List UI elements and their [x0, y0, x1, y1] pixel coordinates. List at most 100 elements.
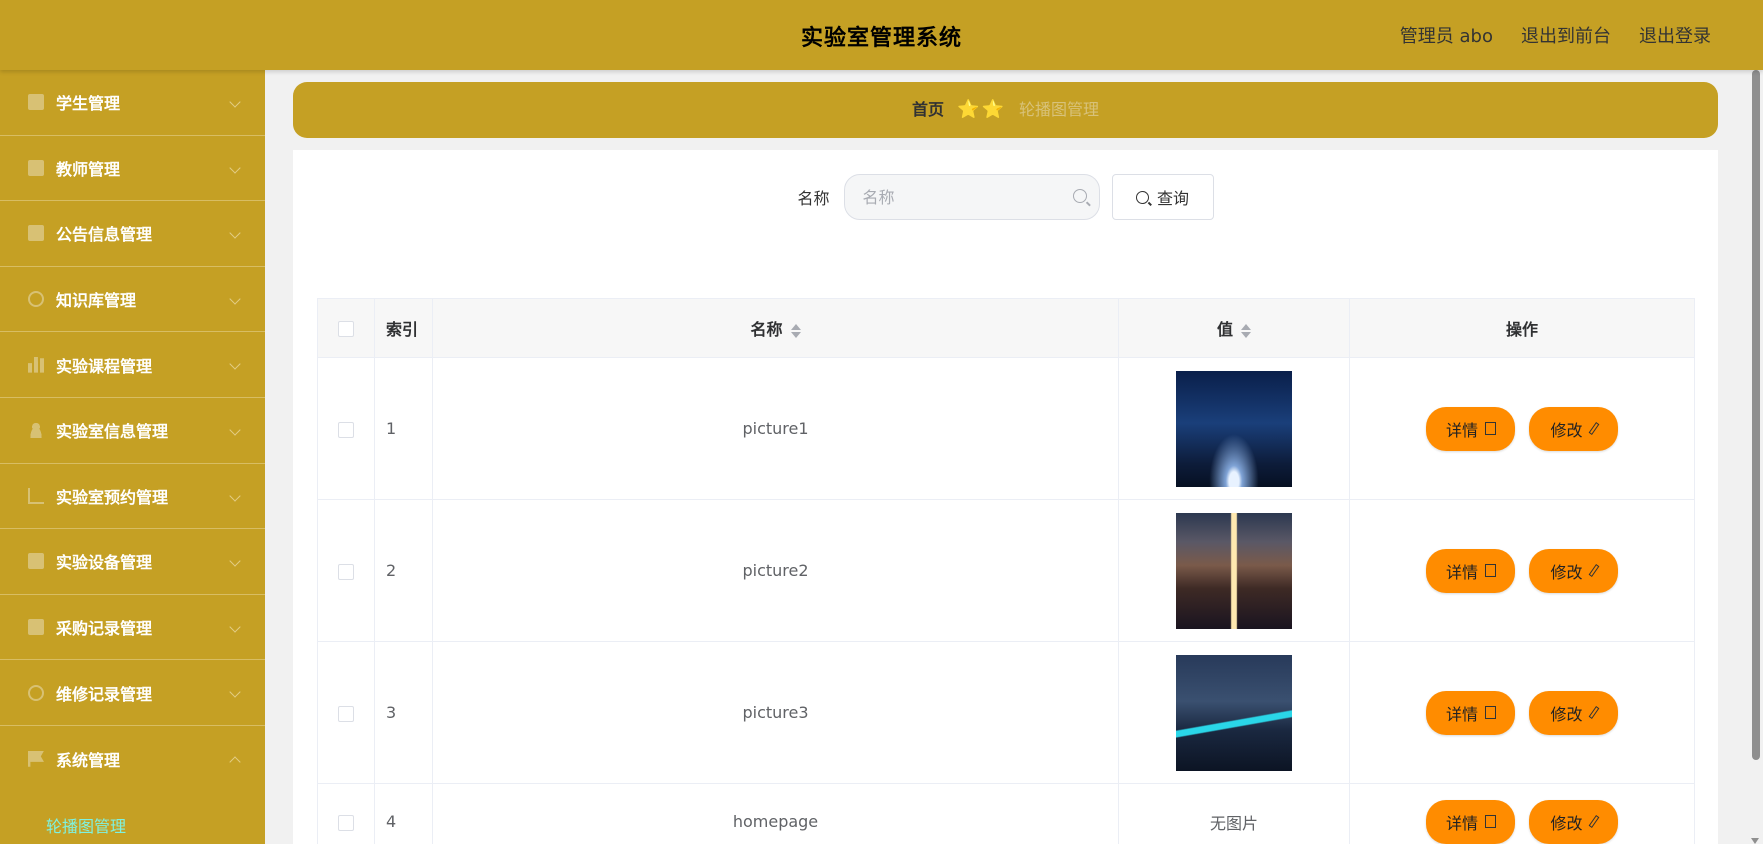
sidebar-item-label: 系统管理: [56, 750, 121, 770]
edit-button-label: 修改: [1550, 704, 1583, 724]
sidebar: 学生管理 教师管理 公告信息管理 知识库管理 实验课程管理 实验室信息管理 实验…: [0, 70, 265, 844]
chevron-down-icon: [229, 489, 241, 502]
detail-button[interactable]: 详情: [1426, 548, 1516, 593]
pencil-icon: [1588, 422, 1599, 435]
sort-icon[interactable]: [1241, 323, 1251, 339]
row-index: 2: [374, 499, 433, 642]
sidebar-item-knowledge-base[interactable]: 知识库管理: [0, 267, 265, 333]
query-button[interactable]: 查询: [1111, 174, 1214, 220]
table-row: 4 homepage 无图片 详情 修改: [317, 783, 1695, 844]
header-index: 索引: [374, 298, 433, 358]
sidebar-item-teachers[interactable]: 教师管理: [0, 136, 265, 202]
carousel-image-thumbnail[interactable]: [1176, 512, 1292, 629]
sidebar-item-system[interactable]: 系统管理: [0, 726, 265, 792]
edit-button-label: 修改: [1550, 420, 1583, 440]
detail-button-label: 详情: [1445, 562, 1478, 582]
row-actions: 详情 修改: [1349, 783, 1695, 844]
document-icon: [1484, 706, 1496, 719]
edit-button[interactable]: 修改: [1528, 548, 1618, 593]
edit-button[interactable]: 修改: [1528, 799, 1618, 844]
row-actions: 详情 修改: [1349, 499, 1695, 642]
row-checkbox[interactable]: [338, 705, 354, 722]
breadcrumb-current: 轮播图管理: [1019, 100, 1100, 119]
main-content: 首页 ⭐⭐ 轮播图管理 名称 查询 索引 名称: [265, 70, 1748, 844]
sidebar-item-students[interactable]: 学生管理: [0, 70, 265, 136]
row-name: homepage: [432, 783, 1119, 844]
crop-icon: [28, 487, 44, 504]
search-box: [843, 174, 1100, 220]
sidebar-item-lab-booking[interactable]: 实验室预约管理: [0, 464, 265, 530]
sidebar-subitem-carousel[interactable]: 轮播图管理: [0, 792, 265, 844]
row-select-cell: [317, 357, 375, 500]
table-row: 2 picture2 详情 修改: [317, 499, 1695, 642]
chevron-down-icon: [229, 293, 241, 305]
document-icon: [1484, 422, 1496, 435]
row-select-cell: [317, 641, 375, 784]
admin-label: 管理员 abo: [1399, 26, 1493, 47]
breadcrumb: 首页 ⭐⭐ 轮播图管理: [293, 82, 1718, 138]
select-all-checkbox[interactable]: [338, 321, 354, 337]
sidebar-item-courses[interactable]: 实验课程管理: [0, 332, 265, 398]
chevron-down-icon: [229, 424, 241, 436]
detail-button-label: 详情: [1445, 813, 1478, 833]
vertical-scrollbar[interactable]: [1748, 70, 1763, 844]
sort-icon[interactable]: [790, 323, 801, 339]
header-value[interactable]: 值: [1118, 298, 1350, 358]
search-bar: 名称 查询: [293, 174, 1718, 220]
row-checkbox[interactable]: [338, 563, 354, 580]
pencil-icon: [1588, 706, 1599, 719]
globe-icon: [28, 684, 44, 701]
sidebar-item-announcements[interactable]: 公告信息管理: [0, 201, 265, 267]
sidebar-item-label: 教师管理: [56, 159, 121, 179]
detail-button[interactable]: 详情: [1426, 406, 1516, 451]
detail-button-label: 详情: [1445, 420, 1478, 440]
select-all-cell: [317, 298, 375, 358]
chevron-up-icon: [229, 756, 241, 768]
chevron-down-icon: [229, 555, 241, 567]
edit-button[interactable]: 修改: [1528, 690, 1618, 735]
sidebar-item-repairs[interactable]: 维修记录管理: [0, 660, 265, 726]
query-button-label: 查询: [1156, 189, 1189, 208]
monitor-icon: [28, 94, 44, 111]
row-select-cell: [317, 499, 375, 642]
search-icon: [1135, 190, 1149, 204]
logout-link[interactable]: 退出登录: [1639, 22, 1711, 48]
row-checkbox[interactable]: [338, 814, 354, 831]
exit-to-frontend-link[interactable]: 退出到前台: [1521, 22, 1611, 48]
search-input[interactable]: [844, 175, 1099, 219]
header-ops: 操作: [1349, 298, 1695, 358]
carousel-image-thumbnail[interactable]: [1176, 370, 1292, 487]
table-header-row: 索引 名称 值 操作: [317, 298, 1695, 358]
sidebar-item-label: 实验室预约管理: [56, 487, 169, 507]
scrollbar-thumb[interactable]: [1752, 70, 1760, 760]
row-name: picture3: [432, 641, 1119, 784]
search-label: 名称: [797, 189, 830, 208]
star-separator-icon: ⭐⭐: [957, 99, 1006, 120]
breadcrumb-home[interactable]: 首页: [912, 100, 944, 119]
row-value: [1118, 499, 1350, 642]
carousel-image-thumbnail[interactable]: [1176, 654, 1292, 771]
row-actions: 详情 修改: [1349, 357, 1695, 500]
data-table: 索引 名称 值 操作 1 picture1 详情 修改 2 picture2 详…: [317, 298, 1695, 844]
header-name[interactable]: 名称: [432, 298, 1119, 358]
chevron-down-icon: [229, 621, 241, 633]
detail-button[interactable]: 详情: [1426, 690, 1516, 735]
pencil-icon: [1588, 815, 1599, 828]
sidebar-item-lab-info[interactable]: 实验室信息管理: [0, 398, 265, 464]
chevron-down-icon: [229, 358, 241, 371]
edit-button[interactable]: 修改: [1528, 406, 1618, 451]
sidebar-item-label: 采购记录管理: [56, 619, 153, 639]
detail-button[interactable]: 详情: [1426, 799, 1516, 844]
scroll-down-arrow-icon[interactable]: [1751, 838, 1759, 844]
sidebar-item-equipment[interactable]: 实验设备管理: [0, 529, 265, 595]
row-checkbox[interactable]: [338, 421, 354, 438]
chevron-down-icon: [229, 686, 241, 699]
header-value-label: 值: [1216, 320, 1233, 339]
top-bar: 实验室管理系统 管理员 abo 退出到前台 退出登录: [0, 0, 1763, 70]
row-index: 3: [374, 641, 433, 784]
document-icon: [1484, 815, 1496, 828]
sidebar-item-label: 公告信息管理: [56, 225, 153, 245]
row-index: 1: [374, 357, 433, 500]
user-icon: [28, 422, 44, 439]
sidebar-item-purchases[interactable]: 采购记录管理: [0, 595, 265, 661]
